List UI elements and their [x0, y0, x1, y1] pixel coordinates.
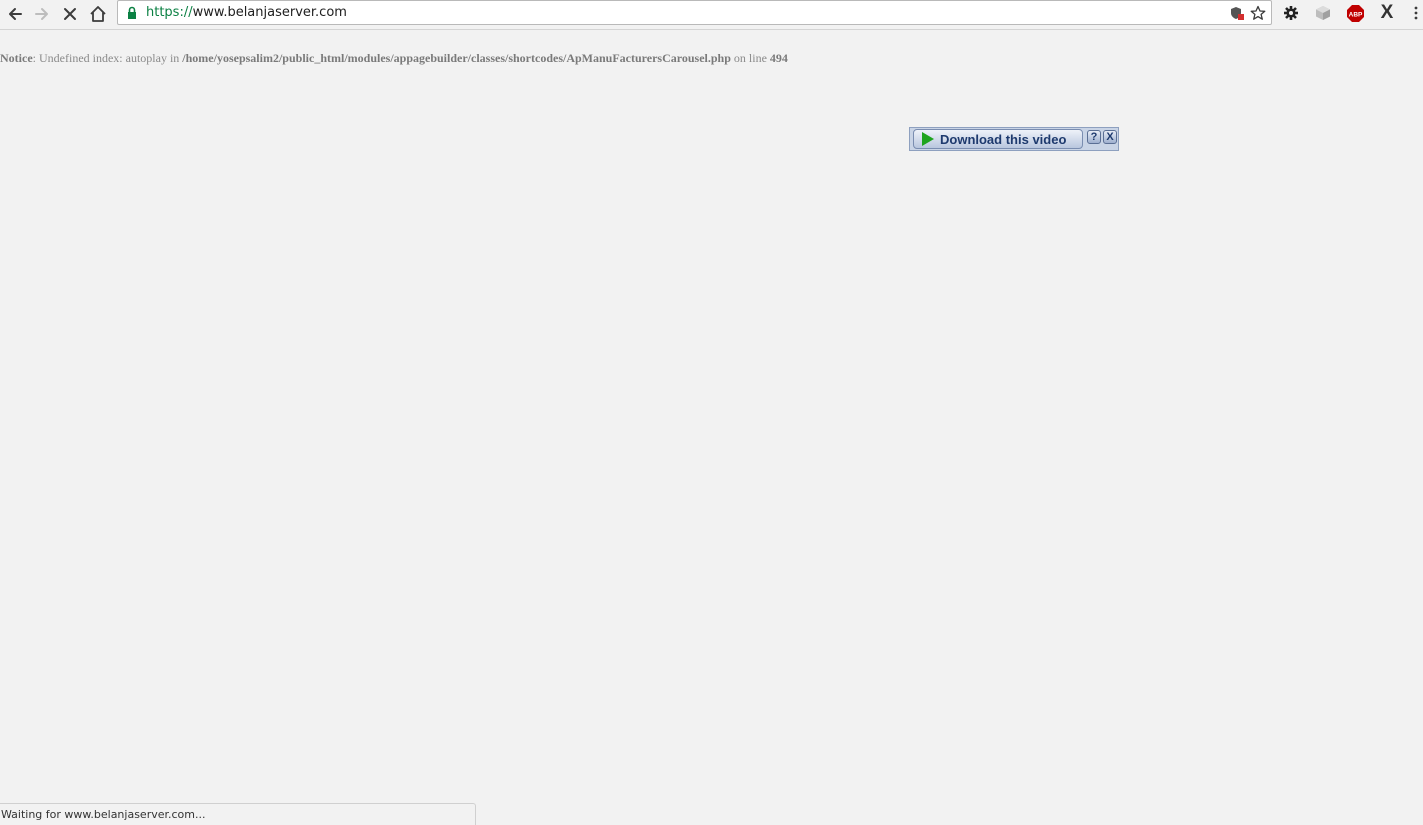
- download-video-label: Download this video: [940, 131, 1067, 147]
- stop-loading-icon: [64, 8, 76, 20]
- adblock-plus-extension-button[interactable]: ABP: [1345, 3, 1365, 23]
- x-extension-icon: X: [1380, 2, 1394, 23]
- home-button[interactable]: [86, 2, 110, 26]
- stop-button[interactable]: [58, 2, 82, 26]
- browser-toolbar: https://www.belanjaserver.com ABP X: [0, 0, 1423, 30]
- notice-label: Notice: [0, 51, 33, 65]
- download-close-button[interactable]: X: [1103, 130, 1117, 144]
- status-text: Waiting for www.belanjaserver.com...: [1, 808, 206, 821]
- notice-text-1: : Undefined index: autoplay in: [32, 51, 183, 65]
- cube-icon: [1316, 6, 1330, 20]
- star-icon: [1250, 5, 1266, 20]
- address-bar[interactable]: https://www.belanjaserver.com: [117, 0, 1272, 25]
- back-arrow-icon: [9, 8, 22, 20]
- forward-arrow-icon: [35, 8, 48, 20]
- notice-text-2: on line: [730, 51, 770, 65]
- download-help-button[interactable]: ?: [1087, 130, 1101, 144]
- cube-extension-button[interactable]: [1313, 3, 1333, 23]
- notice-file-path: /home/yosepsalim2/public_html/modules/ap…: [182, 51, 731, 65]
- url-text[interactable]: https://www.belanjaserver.com: [146, 5, 347, 20]
- site-info-button[interactable]: [1228, 4, 1246, 22]
- url-scheme: https://: [146, 5, 193, 20]
- status-bubble: Waiting for www.belanjaserver.com...: [0, 803, 476, 825]
- browser-menu-button[interactable]: [1409, 3, 1423, 23]
- shield-blocked-icon: [1231, 7, 1244, 20]
- notice-line-number: 494: [769, 51, 788, 65]
- forward-button[interactable]: [30, 2, 54, 26]
- bookmark-star-button[interactable]: [1249, 4, 1267, 22]
- adblock-plus-icon: ABP: [1346, 4, 1364, 22]
- back-button[interactable]: [3, 2, 27, 26]
- lock-icon: [128, 6, 136, 19]
- gear-icon: [1284, 6, 1298, 20]
- play-icon: [922, 132, 934, 146]
- settings-extension-button[interactable]: [1281, 3, 1301, 23]
- home-icon: [90, 6, 106, 22]
- download-video-button[interactable]: Download this video: [913, 129, 1083, 149]
- php-notice-message: Notice: Undefined index: autoplay in /ho…: [0, 51, 788, 66]
- kebab-menu-icon: [1414, 6, 1418, 20]
- abp-label: ABP: [1348, 11, 1362, 18]
- url-host: www.belanjaserver.com: [192, 5, 347, 20]
- video-download-bar: Download this video ? X: [909, 127, 1119, 151]
- x-extension-button[interactable]: X: [1377, 2, 1397, 23]
